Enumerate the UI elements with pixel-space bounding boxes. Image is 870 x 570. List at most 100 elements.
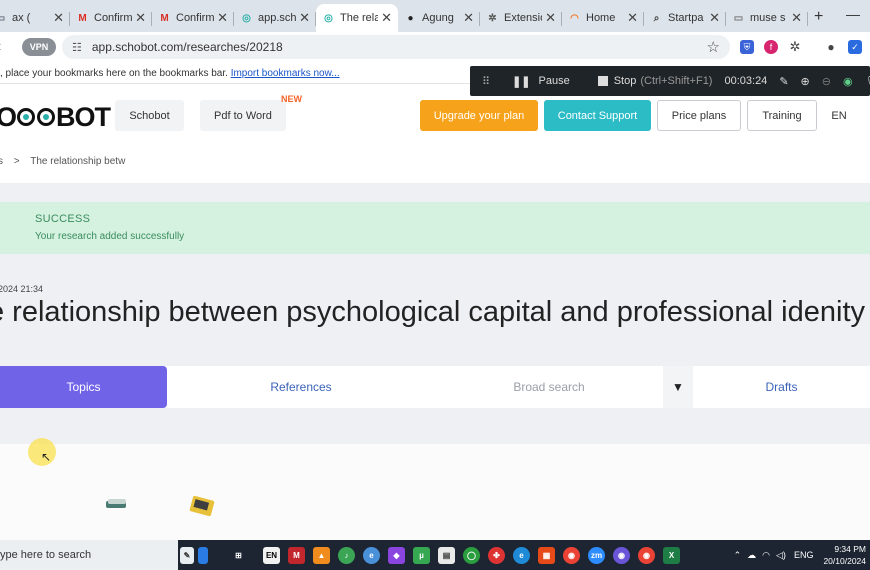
- taskbar-search-placeholder: ype here to search: [0, 549, 92, 561]
- browser-tab[interactable]: ◎ The rela ✕: [316, 4, 398, 32]
- extension-icon[interactable]: f: [764, 40, 778, 54]
- stop-label: Stop: [613, 75, 637, 87]
- site-settings-icon[interactable]: ☷: [72, 41, 82, 54]
- pause-button[interactable]: ❚❚ Pause: [512, 75, 570, 88]
- tab-drafts[interactable]: Drafts: [693, 366, 870, 408]
- pdf-to-word-label: Pdf to Word: [214, 109, 272, 122]
- app-icon[interactable]: e: [363, 546, 380, 564]
- wifi-icon[interactable]: ◠: [762, 550, 770, 561]
- app-icon[interactable]: ▦: [538, 546, 555, 564]
- success-alert: SUCCESS Your research added successfully: [0, 202, 870, 254]
- browser-tab-title: Confirm: [176, 12, 215, 24]
- taskbar-search-box[interactable]: ype here to search: [0, 540, 178, 570]
- stop-button[interactable]: Stop (Ctrl+Shift+F1): [597, 75, 712, 87]
- browser-tab[interactable]: ⌕ Startpa ✕: [644, 4, 726, 32]
- vpn-badge[interactable]: VPN: [22, 38, 56, 56]
- folder-illustration-icon: [189, 495, 215, 517]
- edge-icon[interactable]: e: [513, 546, 530, 564]
- training-button[interactable]: Training: [747, 100, 817, 131]
- browser-tab[interactable]: ◎ app.scho✕: [234, 4, 316, 32]
- logo-eye-icon: [17, 108, 36, 126]
- profile-icon[interactable]: ●: [824, 40, 838, 54]
- task-view-icon[interactable]: ⊞: [230, 547, 247, 564]
- document-app-icon[interactable]: ▤: [438, 546, 455, 564]
- file-icon[interactable]: [198, 546, 208, 564]
- close-tab-icon[interactable]: ✕: [217, 10, 228, 26]
- alert-title: SUCCESS: [35, 213, 91, 225]
- pen-icon[interactable]: ✎: [779, 75, 788, 88]
- browser-icon[interactable]: ◉: [613, 546, 630, 564]
- tab-topics[interactable]: Topics: [0, 366, 167, 408]
- tab-broad-search[interactable]: Broad search: [435, 366, 663, 408]
- close-tab-icon[interactable]: ✕: [545, 10, 556, 26]
- logo-text-end: BOT: [56, 101, 111, 132]
- webcam-icon[interactable]: ◉: [843, 75, 853, 88]
- language-selector[interactable]: EN: [822, 100, 856, 131]
- schobot-logo[interactable]: O BOT: [0, 101, 111, 133]
- close-tab-icon[interactable]: ✕: [53, 10, 64, 26]
- new-badge: NEW: [281, 94, 302, 104]
- new-tab-button[interactable]: +: [808, 8, 831, 32]
- utorrent-icon[interactable]: µ: [413, 546, 430, 564]
- address-bar[interactable]: ☷ app.schobot.com/researches/20218 ☆: [62, 35, 730, 59]
- puzzle-icon: ✲: [488, 12, 497, 24]
- close-tab-icon[interactable]: ✕: [381, 10, 392, 26]
- drag-handle-icon[interactable]: ⠿: [482, 75, 490, 88]
- browser-tab-title: Extensio: [504, 12, 543, 24]
- browser-tab[interactable]: ▭ ax (✕: [0, 4, 70, 32]
- vlc-icon[interactable]: ▲: [313, 546, 330, 564]
- close-tab-icon[interactable]: ✕: [135, 10, 146, 26]
- app-icon[interactable]: ◯: [463, 546, 480, 564]
- clock[interactable]: 9:34 PM 20/10/2024: [823, 543, 866, 567]
- recording-timer: 00:03:24: [724, 75, 768, 87]
- volume-icon[interactable]: ◁): [776, 550, 786, 561]
- browser-tab[interactable]: M Confirm ✕: [70, 4, 152, 32]
- close-tab-icon[interactable]: ✕: [627, 10, 638, 26]
- breadcrumb-parent[interactable]: s: [0, 156, 3, 167]
- upgrade-plan-button[interactable]: Upgrade your plan: [420, 100, 538, 131]
- chrome-icon[interactable]: ◉: [563, 546, 580, 564]
- puzzle-extensions-icon[interactable]: ✲: [788, 39, 802, 54]
- close-tab-icon[interactable]: ✕: [791, 10, 802, 26]
- import-bookmarks-link[interactable]: Import bookmarks now...: [231, 68, 340, 79]
- close-tab-icon[interactable]: ✕: [709, 10, 720, 26]
- app-icon[interactable]: ✤: [488, 546, 505, 564]
- cortana-illustration-icon[interactable]: ✎: [180, 546, 194, 564]
- en-app-icon[interactable]: EN: [263, 546, 280, 564]
- browser-tab[interactable]: ▭ muse s ✕: [726, 4, 808, 32]
- price-plans-button[interactable]: Price plans: [657, 100, 741, 131]
- shield-extension-icon[interactable]: ⛨: [740, 40, 754, 54]
- tray-expand-icon[interactable]: ⌃: [734, 550, 742, 561]
- mouse-cursor-icon: ↖: [41, 450, 52, 464]
- bookmark-star-icon[interactable]: ☆: [707, 38, 720, 56]
- zoom-app-icon[interactable]: zm: [588, 546, 605, 564]
- url-text[interactable]: app.schobot.com/researches/20218: [92, 40, 283, 54]
- contact-support-button[interactable]: Contact Support: [544, 100, 651, 131]
- page-title: e relationship between psychological cap…: [0, 296, 865, 328]
- zoom-in-icon[interactable]: ⊕: [801, 75, 810, 88]
- pdf-to-word-nav-button[interactable]: Pdf to Word NEW: [200, 94, 302, 131]
- browser-tab[interactable]: ● Agung ✕: [398, 4, 480, 32]
- research-tabs: Topics References Broad search ▼ Drafts: [0, 366, 870, 408]
- zoom-out-icon[interactable]: ⊖: [822, 75, 831, 88]
- app-icon[interactable]: M: [288, 546, 305, 564]
- audio-app-icon[interactable]: ♪: [338, 546, 355, 564]
- input-language[interactable]: ENG: [794, 550, 814, 560]
- broad-search-dropdown-icon[interactable]: ▼: [663, 366, 693, 408]
- excel-icon[interactable]: X: [663, 546, 680, 564]
- search-icon: ⌕: [653, 12, 660, 24]
- copilot-icon[interactable]: ◆: [388, 546, 405, 564]
- close-tab-icon[interactable]: ✕: [463, 10, 474, 26]
- schobot-nav-button[interactable]: Schobot: [115, 100, 184, 131]
- back-arrow-icon[interactable]: ‹: [0, 38, 8, 56]
- browser-tab[interactable]: M Confirm ✕: [152, 4, 234, 32]
- close-tab-icon[interactable]: ✕: [299, 10, 310, 26]
- security-extension-icon[interactable]: ✓: [848, 40, 862, 54]
- browser-tab[interactable]: ✲ Extensio ✕: [480, 4, 562, 32]
- minimize-window-button[interactable]: —: [846, 6, 860, 22]
- tab-references[interactable]: References: [167, 366, 435, 408]
- browser-tab[interactable]: ◠ Home ✕: [562, 4, 644, 32]
- network-icon[interactable]: ☁: [747, 550, 756, 561]
- chrome-icon[interactable]: ◉: [638, 546, 655, 564]
- microphone-icon[interactable]: 🎙: [865, 75, 870, 88]
